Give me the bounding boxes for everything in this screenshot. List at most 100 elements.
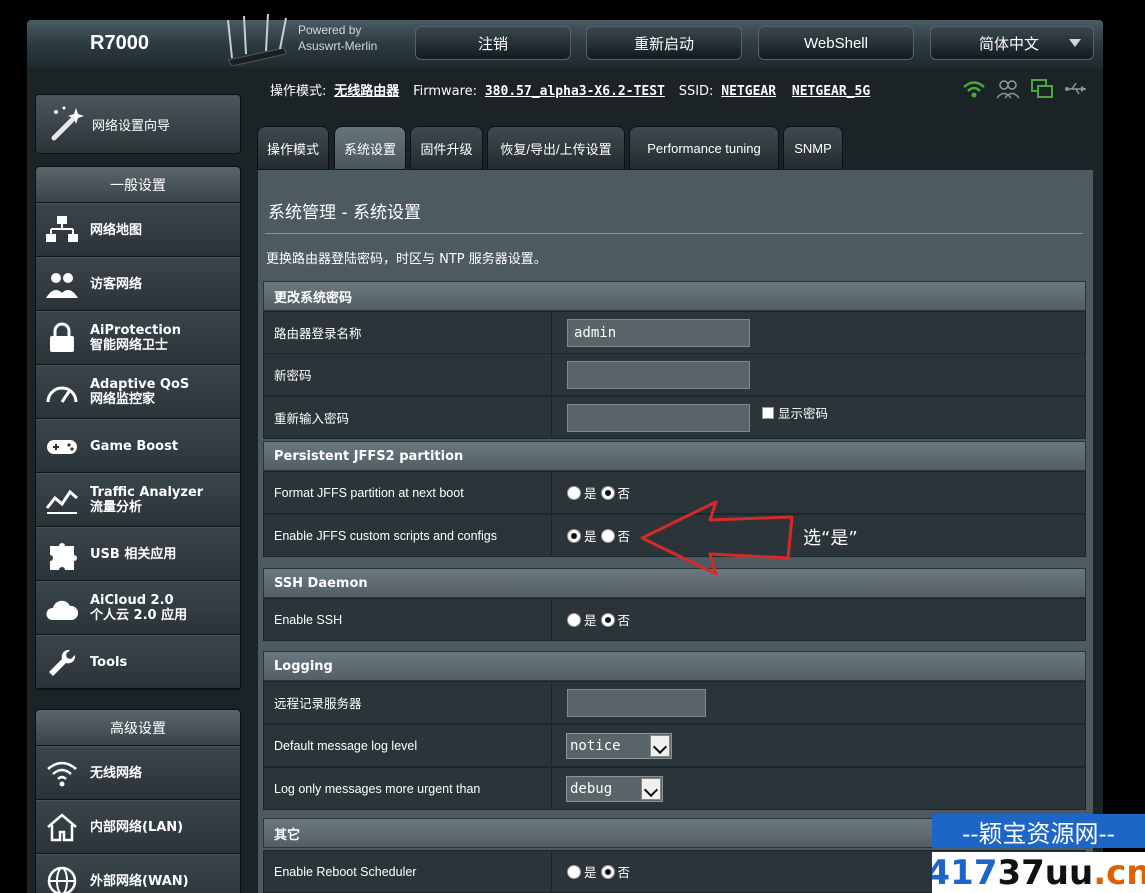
chevron-down-icon — [1069, 39, 1081, 47]
reboot-scheduler-yes[interactable]: 是 — [567, 862, 597, 881]
home-icon — [47, 813, 77, 842]
login-name-label: 路由器登录名称 — [264, 312, 552, 353]
sidebar-general-item-6[interactable]: USB 相关应用 — [36, 527, 240, 581]
logout-button[interactable]: 注销 — [415, 26, 571, 60]
tab-performance-tuning[interactable]: Performance tuning — [629, 126, 779, 170]
show-password-checkbox[interactable] — [762, 406, 774, 419]
jffs-scripts-label: Enable JFFS custom scripts and configs — [264, 515, 552, 556]
puzzle-icon — [50, 543, 77, 570]
ssid-label: SSID: — [678, 84, 714, 99]
wrench-icon — [49, 649, 76, 676]
remote-log-input[interactable] — [567, 688, 706, 717]
router-logo-icon — [227, 14, 287, 66]
show-password-label: 显示密码 — [778, 406, 829, 421]
tab-snmp[interactable]: SNMP — [783, 126, 843, 170]
network-icon[interactable] — [1030, 78, 1054, 100]
jffs-scripts-radio-group: 是 否 — [567, 526, 634, 545]
sidebar-general-item-label-main: Traffic Analyzer — [90, 485, 204, 500]
network-map-icon — [46, 216, 78, 242]
new-password-input[interactable] — [567, 360, 750, 389]
sidebar-general-item-label: Tools — [90, 655, 127, 670]
sidebar-advanced-item-0[interactable]: 无线网络 — [36, 746, 240, 800]
enable-ssh-radio-group: 是 否 — [567, 610, 634, 629]
enable-ssh-no[interactable]: 否 — [600, 610, 630, 629]
sidebar-general-item-label-main: Tools — [90, 654, 128, 670]
jffs-scripts-yes[interactable]: 是 — [567, 526, 597, 545]
sidebar-advanced-item-1[interactable]: 内部网络(LAN) — [36, 800, 240, 854]
show-password-toggle[interactable]: 显示密码 — [762, 403, 828, 422]
reboot-button[interactable]: 重新启动 — [586, 26, 742, 60]
reboot-scheduler-no[interactable]: 否 — [600, 862, 630, 881]
format-jffs-no[interactable]: 否 — [600, 483, 630, 502]
format-jffs-radio-group: 是 否 — [567, 483, 634, 502]
sidebar-general-item-4[interactable]: Game Boost — [36, 419, 240, 473]
language-select[interactable]: 简体中文 — [930, 26, 1094, 60]
general-settings-head: 一般设置 — [36, 167, 240, 203]
webshell-button[interactable]: WebShell — [758, 26, 914, 60]
sidebar-general-item-label-sub: 网络监控家 — [90, 392, 156, 407]
powered-by: Powered by Asuswrt-Merlin — [298, 22, 377, 54]
retype-password-input[interactable] — [567, 403, 750, 432]
sidebar-general-item-label-main: AiProtection — [90, 323, 181, 338]
sidebar-advanced-item-label-main: 内部网络(LAN) — [90, 819, 184, 835]
log-level-select[interactable]: notice — [566, 732, 672, 759]
sidebar-general-item-label: USB 相关应用 — [90, 547, 176, 562]
watermark-domain: 417 37uu .cn — [932, 852, 1145, 893]
red-arrow-annotation — [640, 500, 794, 576]
sidebar-general-item-label: AiCloud 2.0 个人云 2.0 应用 — [90, 593, 187, 623]
usb-icon[interactable] — [1064, 78, 1088, 100]
sidebar-general-item-5[interactable]: Traffic Analyzer 流量分析 — [36, 473, 240, 527]
sidebar-advanced-item-label-main: 外部网络(WAN) — [90, 873, 189, 889]
ssid-link-5g[interactable]: NETGEAR_5G — [792, 84, 870, 99]
section-jffs: Persistent JFFS2 partition — [263, 441, 1086, 471]
new-password-label: 新密码 — [264, 354, 552, 395]
log-level-value: notice — [570, 737, 621, 754]
ssid-link-24g[interactable]: NETGEAR — [721, 84, 776, 99]
sidebar-general-item-8[interactable]: Tools — [36, 635, 240, 689]
clients-icon[interactable] — [996, 78, 1020, 100]
sidebar-general-item-7[interactable]: AiCloud 2.0 个人云 2.0 应用 — [36, 581, 240, 635]
sidebar-general-item-0[interactable]: 网络地图 — [36, 203, 240, 257]
mode-label: 操作模式: — [270, 84, 327, 99]
sidebar-general-item-label: Traffic Analyzer 流量分析 — [90, 485, 203, 515]
tab-firmware-upgrade[interactable]: 固件升级 — [410, 126, 483, 170]
chevron-down-icon — [641, 777, 661, 800]
sidebar-general-item-label-sub: 智能网络卫士 — [90, 338, 169, 353]
log-urgent-value: debug — [570, 780, 613, 797]
sidebar-general-item-label-main: USB 相关应用 — [90, 546, 177, 562]
login-name-input[interactable] — [567, 318, 750, 347]
sidebar-general-item-label-main: Game Boost — [90, 438, 179, 454]
tab-operation-mode[interactable]: 操作模式 — [257, 126, 329, 170]
tab-restore-save[interactable]: 恢复/导出/上传设置 — [487, 126, 625, 170]
wireless-icon — [47, 761, 77, 787]
sidebar-general-item-label-main: 访客网络 — [90, 276, 143, 292]
guest-network-icon — [46, 273, 78, 298]
enable-ssh-yes[interactable]: 是 — [567, 610, 597, 629]
mode-link[interactable]: 无线路由器 — [334, 84, 399, 99]
log-urgent-select[interactable]: debug — [566, 775, 663, 802]
format-jffs-yes[interactable]: 是 — [567, 483, 597, 502]
jffs-scripts-no[interactable]: 否 — [600, 526, 630, 545]
status-icons — [962, 78, 1088, 100]
page-title: 系统管理 - 系统设置 — [268, 203, 421, 223]
language-label: 简体中文 — [979, 35, 1040, 53]
format-jffs-label: Format JFFS partition at next boot — [264, 472, 552, 513]
sidebar-general-item-1[interactable]: 访客网络 — [36, 257, 240, 311]
chart-icon — [45, 489, 78, 514]
sidebar-general-item-3[interactable]: Adaptive QoS 网络监控家 — [36, 365, 240, 419]
wifi-icon[interactable] — [962, 78, 986, 100]
tab-system[interactable]: 系统设置 — [334, 126, 406, 170]
status-line: 操作模式: 无线路由器 Firmware: 380.57_alpha3-X6.2… — [270, 80, 870, 99]
row-retype-password: 重新输入密码 显示密码 — [263, 396, 1086, 439]
log-level-label: Default message log level — [264, 725, 552, 766]
section-password: 更改系统密码 — [263, 281, 1086, 311]
sidebar-advanced-item-2[interactable]: 外部网络(WAN) — [36, 854, 240, 893]
annotation-text: 选“是” — [803, 528, 858, 549]
sidebar-general-item-label-sub: 个人云 2.0 应用 — [90, 608, 188, 623]
sidebar-general-item-2[interactable]: AiProtection 智能网络卫士 — [36, 311, 240, 365]
remote-log-label: 远程记录服务器 — [264, 682, 552, 723]
network-wizard-button[interactable]: 网络设置向导 — [35, 94, 241, 154]
enable-ssh-label: Enable SSH — [264, 599, 552, 640]
firmware-link[interactable]: 380.57_alpha3-X6.2-TEST — [485, 84, 665, 99]
model-name: R7000 — [90, 32, 149, 54]
